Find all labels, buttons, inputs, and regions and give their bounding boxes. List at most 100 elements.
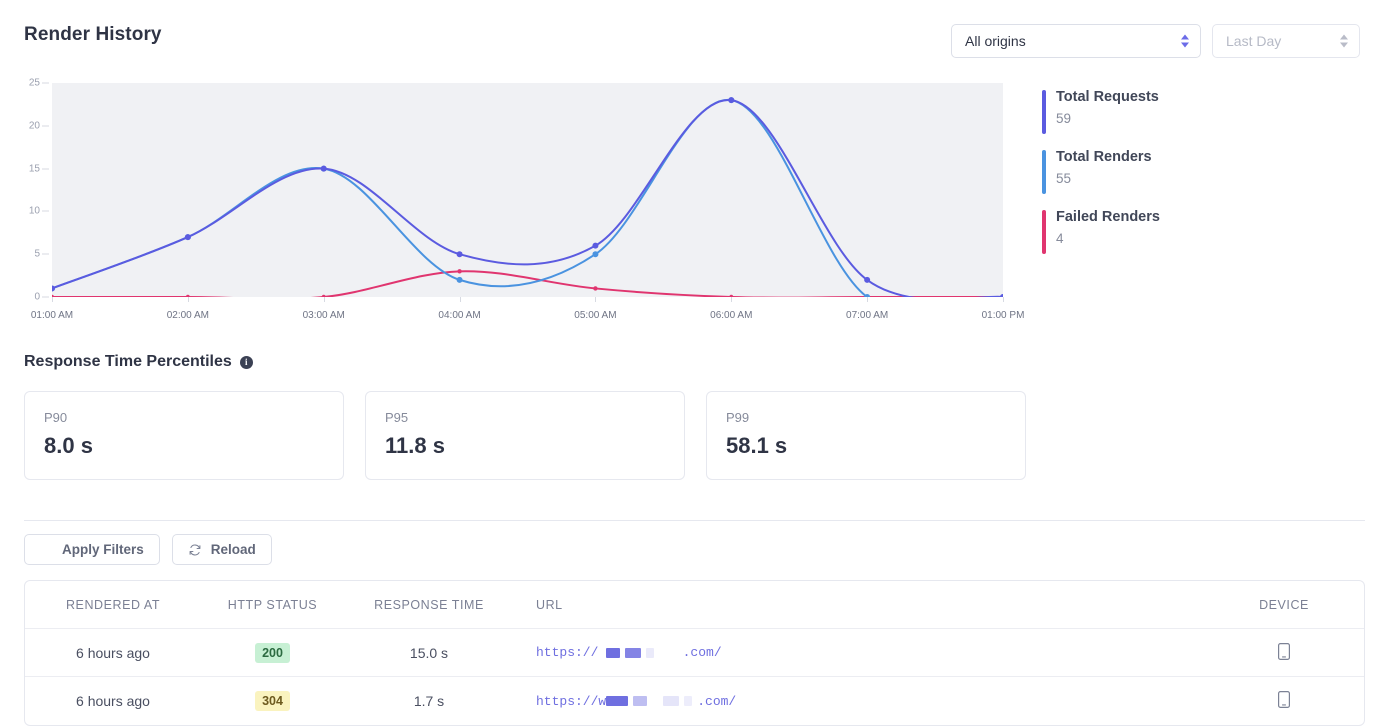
percentile-value: 58.1 s xyxy=(726,433,788,458)
chart-point[interactable] xyxy=(592,251,599,258)
percentiles-section-title: Response Time Percentiles i xyxy=(24,353,253,371)
stat-color-bar xyxy=(1042,90,1046,134)
chart-line-total-requests xyxy=(52,99,1003,297)
url-suffix: .com/ xyxy=(697,693,737,709)
status-badge: 200 xyxy=(255,642,290,663)
chart-point[interactable] xyxy=(592,242,599,249)
y-tick-label: 10 xyxy=(28,205,40,217)
x-tick-mark xyxy=(52,297,53,302)
stat-label: Total Requests xyxy=(1056,89,1159,105)
stat-color-bar xyxy=(1042,150,1046,194)
render-history-page: Render History All origins Last Day 0 5 10… xyxy=(0,0,1374,728)
column-header-http-status: HTTP STATUS xyxy=(227,597,318,612)
page-title: Render History xyxy=(24,24,162,45)
table-row[interactable]: 6 hours ago 200 15.0 s https:// .com/ xyxy=(25,629,1364,677)
stat-1: Total Requests 59 xyxy=(1042,88,1372,134)
apply-filters-label: Apply Filters xyxy=(62,542,144,557)
apply-filters-button[interactable]: Apply Filters xyxy=(24,534,160,565)
stat-label: Total Renders xyxy=(1056,149,1152,165)
percentile-cards: P90 8.0 s P95 11.8 s P99 58.1 s xyxy=(24,391,1026,480)
origin-select[interactable]: All origins xyxy=(951,24,1201,58)
url-suffix: .com/ xyxy=(659,645,722,660)
chart-point[interactable] xyxy=(456,276,463,283)
cell-response-time: 1.7 s xyxy=(413,693,445,709)
x-tick-label: 02:00 AM xyxy=(166,310,209,321)
column-header-device: DEVICE xyxy=(1259,597,1309,612)
table-row[interactable]: 6 hours ago 304 1.7 s https://w .com/ xyxy=(25,677,1364,725)
column-header-rendered-at: RENDERED AT xyxy=(65,597,161,612)
section-divider xyxy=(24,520,1365,521)
chart-point[interactable] xyxy=(864,276,871,283)
cell-response-time: 15.0 s xyxy=(409,644,449,661)
chevron-updown-icon xyxy=(1340,34,1348,48)
x-tick-mark xyxy=(595,297,597,302)
column-header-url: URL xyxy=(536,597,563,612)
url-link[interactable]: https:// .com/ xyxy=(536,645,1204,660)
time-range-select-value: Last Day xyxy=(1226,33,1282,49)
x-tick-label: 01:00 AM xyxy=(30,310,74,321)
chevron-updown-icon xyxy=(1181,34,1189,48)
chart-point[interactable] xyxy=(593,286,598,291)
render-history-chart: 0 5 10 15 20 25 01:00 AM 02:00 AM 03:00 AM 04:00… xyxy=(0,72,1040,322)
chart-point[interactable] xyxy=(456,251,463,258)
x-tick-label: 06:00 AM xyxy=(710,310,753,321)
mobile-icon xyxy=(1278,642,1291,660)
render-history-table: RENDERED AT HTTP STATUS RESPONSE TIME URL DE… xyxy=(24,580,1365,726)
stat-value: 4 xyxy=(1056,231,1064,246)
cell-http-status: 200 xyxy=(201,642,344,663)
stat-3: Failed Renders 4 xyxy=(1042,208,1372,254)
chart-point[interactable] xyxy=(52,285,55,292)
url-redacted-block xyxy=(684,696,693,706)
y-tick-label: 25 xyxy=(28,77,40,89)
url-redacted-block xyxy=(663,696,680,706)
reload-button[interactable]: Reload xyxy=(171,534,272,565)
url-redacted-block xyxy=(606,647,621,658)
percentile-key: P90 xyxy=(44,410,68,425)
chart-point[interactable] xyxy=(184,234,191,241)
url-redacted-block xyxy=(625,647,642,658)
y-tick-mark xyxy=(42,210,49,212)
x-tick-label: 07:00 AM xyxy=(846,310,889,321)
info-icon[interactable]: i xyxy=(239,355,253,369)
x-tick-label: 05:00 AM xyxy=(574,310,617,321)
url-redacted-block xyxy=(633,696,648,706)
stat-value: 55 xyxy=(1056,171,1072,186)
chart-point[interactable] xyxy=(457,269,462,274)
percentiles-title-text: Response Time Percentiles xyxy=(24,353,232,370)
y-tick-mark xyxy=(42,82,49,84)
cell-url: https:// .com/ xyxy=(514,645,1204,660)
x-tick-mark xyxy=(731,297,733,302)
percentile-value: 11.8 s xyxy=(385,433,445,458)
origin-select-value: All origins xyxy=(965,33,1026,49)
time-range-select[interactable]: Last Day xyxy=(1212,24,1360,58)
y-tick-label: 20 xyxy=(28,120,40,132)
stat-value: 59 xyxy=(1056,111,1072,126)
chart-x-axis: 01:00 AM 02:00 AM 03:00 AM 04:00 AM 05:00 AM… xyxy=(0,297,1040,323)
chart-point[interactable] xyxy=(728,97,735,104)
percentile-card-p95: P95 11.8 s xyxy=(365,391,685,480)
cell-device xyxy=(1204,691,1364,711)
cell-rendered-at: 6 hours ago xyxy=(76,644,150,661)
url-prefix: https://w xyxy=(536,693,607,709)
cell-rendered-at: 6 hours ago xyxy=(76,693,150,709)
chart-point[interactable] xyxy=(320,165,327,172)
x-tick-label: 03:00 AM xyxy=(302,310,345,321)
status-badge: 304 xyxy=(255,691,290,711)
url-redacted-block xyxy=(646,647,655,658)
x-tick-mark xyxy=(867,297,869,302)
refresh-icon xyxy=(189,544,201,555)
y-tick-label: 5 xyxy=(34,248,40,260)
url-link[interactable]: https://w .com/ xyxy=(536,694,1204,709)
x-tick-mark xyxy=(187,297,189,302)
header-controls: All origins Last Day xyxy=(951,24,1360,58)
chart-plot-area xyxy=(52,83,1003,297)
column-header-response-time: RESPONSE TIME xyxy=(374,597,484,612)
reload-label: Reload xyxy=(210,542,256,557)
percentile-key: P99 xyxy=(726,410,750,425)
x-tick-label: 04:00 AM xyxy=(438,310,481,321)
chart-stats-legend: Total Requests 59 Total Renders 55 Failed Re… xyxy=(1042,88,1372,268)
cell-url: https://w .com/ xyxy=(514,694,1204,709)
y-tick-mark xyxy=(42,125,49,127)
stat-2: Total Renders 55 xyxy=(1042,148,1372,194)
page-header: Render History All origins Last Day xyxy=(0,0,1374,72)
